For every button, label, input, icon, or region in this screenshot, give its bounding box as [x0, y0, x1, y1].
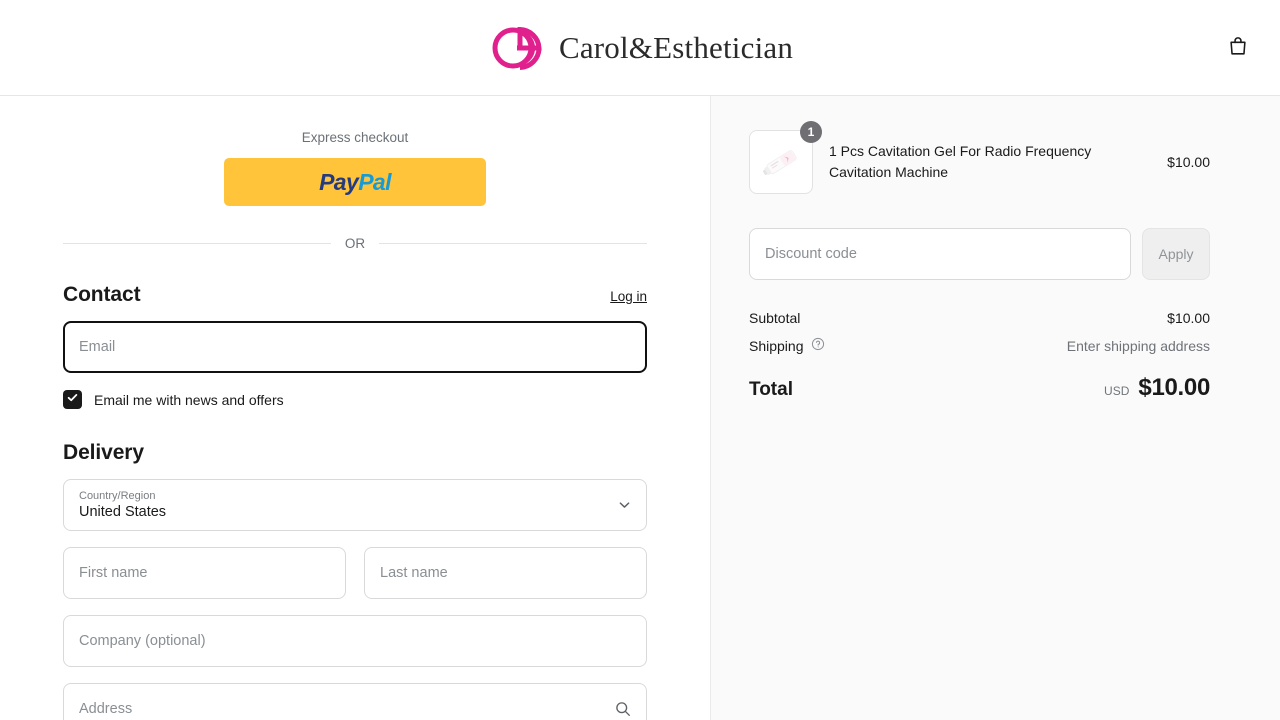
shipping-value: Enter shipping address [1066, 337, 1210, 354]
delivery-title: Delivery [63, 441, 144, 464]
total-amount-group: USD $10.00 [1104, 374, 1210, 402]
paypal-express-button[interactable]: PayPal [224, 158, 486, 206]
newsletter-label: Email me with news and offers [94, 391, 284, 408]
cart-button[interactable] [1218, 28, 1258, 68]
subtotal-value: $10.00 [1167, 310, 1210, 326]
total-currency: USD [1104, 384, 1130, 398]
question-circle-icon[interactable] [811, 337, 825, 354]
shipping-label: Shipping [749, 337, 804, 354]
divider-label: OR [344, 236, 366, 251]
newsletter-row[interactable]: Email me with news and offers [63, 390, 647, 409]
ce-monogram-icon [487, 17, 549, 79]
line-item-title: 1 Pcs Cavitation Gel For Radio Frequency… [829, 143, 1092, 180]
shipping-label-group: Shipping [749, 337, 825, 354]
total-label: Total [749, 379, 793, 400]
company-field[interactable]: Company (optional) [63, 615, 647, 667]
paypal-pay-text: Pay [319, 168, 359, 195]
login-link[interactable]: Log in [610, 289, 647, 304]
shopping-bag-icon [1227, 35, 1249, 60]
discount-code-input[interactable]: Discount code [749, 228, 1131, 280]
site-header: Carol&Esthetician [0, 0, 1280, 96]
first-name-field[interactable]: First name [63, 547, 346, 599]
line-item-quantity-badge: 1 [800, 121, 822, 143]
total-value: $10.00 [1138, 374, 1210, 401]
country-region-label: Country/Region [79, 489, 156, 502]
checkmark-icon [66, 391, 79, 409]
apply-discount-button[interactable]: Apply [1142, 228, 1210, 280]
email-placeholder: Email [79, 339, 116, 355]
address-field[interactable]: Address [63, 683, 647, 720]
line-item-thumb-wrap: 1 [749, 121, 822, 194]
chevron-down-icon [617, 498, 632, 513]
contact-title: Contact [63, 283, 141, 306]
company-placeholder: Company (optional) [79, 633, 206, 649]
email-field[interactable]: Email [63, 321, 647, 373]
paypal-pal-text: Pal [358, 168, 391, 195]
divider-line-right [379, 243, 647, 244]
brand-logo[interactable]: Carol&Esthetician [487, 17, 793, 79]
subtotal-row: Subtotal $10.00 [749, 310, 1210, 326]
last-name-placeholder: Last name [380, 565, 448, 581]
order-summary-panel: 1 1 Pcs Cavitation Gel For Radio Frequen… [710, 96, 1280, 720]
totals-block: Subtotal $10.00 Shipping Enter shipping … [749, 310, 1210, 402]
newsletter-checkbox[interactable] [63, 390, 82, 409]
checkout-layout: Express checkout PayPal OR Contact Log i… [0, 96, 1280, 720]
search-icon[interactable] [614, 700, 632, 718]
checkout-form-panel: Express checkout PayPal OR Contact Log i… [0, 96, 710, 720]
name-row: First name Last name [63, 547, 647, 599]
country-region-value: United States [79, 503, 167, 520]
country-region-select[interactable]: Country/Region United States [63, 479, 647, 531]
subtotal-label: Subtotal [749, 310, 801, 326]
delivery-section-header: Delivery [63, 441, 647, 465]
line-item: 1 1 Pcs Cavitation Gel For Radio Frequen… [749, 121, 1210, 194]
express-checkout-label: Express checkout [301, 130, 409, 145]
address-placeholder: Address [79, 701, 133, 717]
or-divider: OR [63, 236, 647, 251]
discount-row: Discount code Apply [749, 228, 1210, 280]
paypal-logo: PayPal [319, 169, 391, 196]
last-name-field[interactable]: Last name [364, 547, 647, 599]
contact-section-header: Contact Log in [63, 283, 647, 307]
divider-line-left [63, 243, 331, 244]
shipping-row: Shipping Enter shipping address [749, 337, 1210, 354]
line-item-price: $10.00 [1167, 154, 1210, 170]
grand-total-row: Total USD $10.00 [749, 374, 1210, 402]
brand-name: Carol&Esthetician [558, 29, 794, 65]
first-name-placeholder: First name [79, 565, 148, 581]
